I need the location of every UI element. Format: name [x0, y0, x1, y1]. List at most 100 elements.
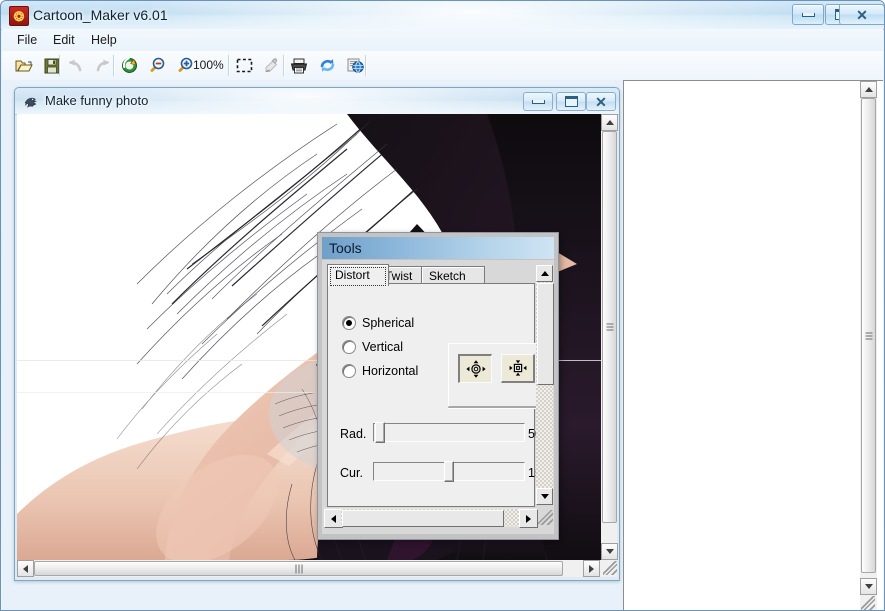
thumb-grip-icon [865, 332, 872, 339]
slider-rad-track[interactable] [373, 423, 525, 442]
maximize-icon [564, 96, 578, 107]
radio-vertical-indicator[interactable] [342, 340, 356, 354]
contract-button[interactable] [501, 354, 535, 383]
tab-page-distort: Spherical Vertical Horizontal Rad. 50 Cu… [327, 283, 542, 507]
radio-spherical-label: Spherical [362, 316, 415, 330]
rotate-button[interactable] [315, 54, 339, 77]
undo-button[interactable] [63, 54, 87, 77]
eyedropper-icon [265, 57, 277, 72]
zoom-out-icon [150, 57, 165, 72]
minimize-icon [801, 12, 815, 17]
tools-vertical-scrollbar[interactable] [536, 265, 554, 505]
mdi-title-bar[interactable]: Make funny photo ✕ [15, 88, 619, 115]
print-icon [290, 58, 308, 73]
redo-icon [96, 59, 109, 72]
rightpane-scroll-thumb[interactable] [861, 98, 876, 573]
zoom-in-icon [178, 57, 193, 72]
toolbar-separator [59, 55, 60, 76]
mdi-minimize-button[interactable] [523, 92, 553, 111]
page-title: Cartoon_Maker v6.01 [33, 7, 168, 23]
tools-dialog-body: Distort Twist Sketch Spherical Vertical … [322, 260, 554, 534]
mdi-resize-grip[interactable] [603, 561, 617, 575]
minimize-icon [531, 99, 545, 104]
zoom-out-button[interactable] [145, 54, 169, 77]
canvas-horizontal-thumb[interactable] [34, 561, 563, 576]
group-divider [448, 407, 540, 408]
slider-rad-thumb[interactable] [375, 422, 385, 443]
scroll-up-button[interactable] [860, 81, 877, 98]
chevron-down-icon [864, 584, 873, 589]
rotate-icon [320, 59, 334, 72]
close-icon: ✕ [595, 93, 607, 110]
canvas-scroll-left-button[interactable] [17, 560, 34, 577]
pick-color-button[interactable] [260, 54, 284, 77]
close-icon: ✕ [856, 6, 868, 23]
menu-item-help[interactable]: Help [84, 32, 124, 48]
tools-scroll-right-button[interactable] [519, 509, 538, 528]
resize-grip[interactable] [861, 596, 875, 610]
empty-document-pane [623, 80, 883, 610]
save-button[interactable] [40, 54, 64, 77]
select-region-button[interactable] [232, 54, 256, 77]
chevron-up-icon [605, 120, 614, 125]
save-icon [44, 58, 60, 73]
open-button[interactable] [12, 54, 36, 77]
canvas-vertical-thumb[interactable] [602, 131, 617, 523]
mdi-window-title: Make funny photo [45, 93, 149, 108]
select-icon [236, 58, 252, 73]
radio-selected-dot [346, 320, 352, 326]
print-button[interactable] [287, 54, 311, 77]
minimize-button[interactable] [792, 4, 824, 25]
scroll-down-button[interactable] [860, 578, 877, 595]
menu-item-file[interactable]: File [10, 32, 44, 48]
toolbar: 100% [2, 51, 883, 81]
dragon-icon [24, 97, 37, 108]
toolbar-separator [228, 55, 229, 76]
web-icon [347, 58, 364, 73]
tab-focus-rect [330, 267, 386, 286]
mdi-workspace: Make funny photo ✕ Tools Distort Twist S… [2, 80, 883, 610]
web-button[interactable] [343, 54, 367, 77]
tools-title-bar[interactable]: Tools [322, 237, 554, 259]
open-icon [15, 60, 33, 71]
tools-dialog: Tools Distort Twist Sketch Spherical Ver… [317, 232, 559, 540]
slider-cur-thumb[interactable] [444, 461, 454, 482]
chevron-left-icon [23, 564, 28, 573]
thumb-grip-icon [606, 323, 613, 331]
mdi-maximize-button[interactable] [556, 92, 586, 111]
tools-scroll-up-button[interactable] [536, 265, 553, 282]
slider-rad-label: Rad. [340, 427, 367, 441]
reset-view-button[interactable] [117, 54, 141, 77]
toolbar-separator [113, 55, 114, 76]
expand-arrows-icon [465, 360, 486, 378]
tools-horizontal-scrollbar[interactable] [324, 508, 538, 528]
tools-vertical-thumb[interactable] [537, 283, 554, 385]
tools-dialog-title: Tools [329, 240, 362, 256]
titlebar-glow [151, 1, 791, 29]
canvas-scroll-right-button[interactable] [583, 560, 600, 577]
radio-horizontal-label: Horizontal [362, 364, 419, 378]
rightpane-vertical-scrollbar[interactable] [860, 81, 877, 610]
menu-bar: File Edit Help [2, 29, 883, 52]
tools-horizontal-thumb[interactable] [342, 510, 504, 527]
chevron-left-icon [331, 514, 336, 523]
close-button[interactable]: ✕ [839, 4, 884, 25]
tools-resize-grip[interactable] [538, 510, 553, 525]
menu-item-edit[interactable]: Edit [46, 32, 82, 48]
canvas-scroll-down-button[interactable] [601, 543, 618, 560]
undo-icon [69, 59, 82, 72]
mdi-close-button[interactable]: ✕ [586, 92, 616, 111]
redo-button[interactable] [91, 54, 115, 77]
expand-button[interactable] [458, 354, 492, 383]
tools-scroll-down-button[interactable] [536, 488, 553, 505]
radio-horizontal-indicator[interactable] [342, 364, 356, 378]
chevron-down-icon [605, 549, 614, 554]
radio-spherical-indicator[interactable] [342, 316, 356, 330]
tab-distort[interactable]: Distort [327, 264, 389, 286]
canvas-scroll-up-button[interactable] [601, 114, 618, 131]
distort-mode-group [448, 343, 542, 407]
canvas-horizontal-scrollbar[interactable] [17, 560, 617, 577]
canvas-vertical-scrollbar[interactable] [601, 114, 618, 560]
radio-vertical-label: Vertical [362, 340, 403, 354]
tab-twist-label: Twist [385, 269, 413, 283]
